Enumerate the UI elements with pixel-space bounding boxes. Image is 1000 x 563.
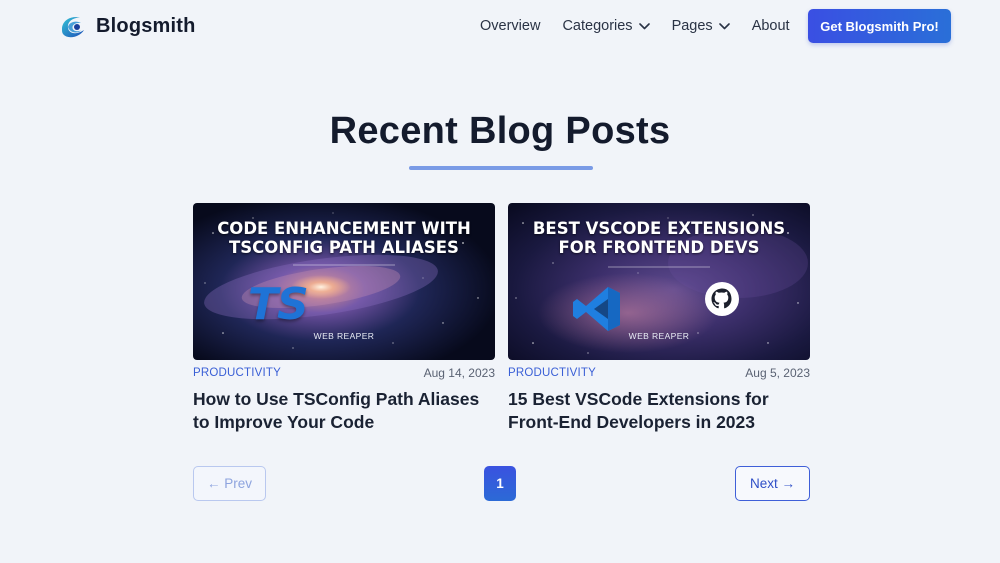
thumbnail-brand: WEB REAPER <box>628 331 690 341</box>
post-meta: PRODUCTIVITY Aug 5, 2023 <box>508 366 810 380</box>
nav-item-label: Overview <box>480 18 541 34</box>
next-page-button[interactable]: Next → <box>735 466 810 501</box>
thumbnail-title: BEST VSCODE EXTENSIONS FOR FRONTEND DEVS <box>508 219 810 257</box>
post-title[interactable]: How to Use TSConfig Path Aliases to Impr… <box>193 388 495 434</box>
site-header: Blogsmith Overview Categories Pages Abou… <box>0 0 1000 52</box>
prev-page-button[interactable]: ← Prev <box>193 466 266 501</box>
nav-item-label: Categories <box>562 18 633 34</box>
blog-post-card: CODE ENHANCEMENT WITH TSCONFIG PATH ALIA… <box>193 203 495 434</box>
nav-item-categories[interactable]: Categories <box>562 18 650 34</box>
brand[interactable]: Blogsmith <box>58 12 196 40</box>
post-title[interactable]: 15 Best VSCode Extensions for Front-End … <box>508 388 810 434</box>
page-number-button[interactable]: 1 <box>484 466 516 501</box>
typescript-logo-icon: TS <box>248 279 309 330</box>
post-date: Aug 14, 2023 <box>423 366 495 380</box>
vscode-icon <box>573 287 620 331</box>
nav-item-label: About <box>751 18 790 34</box>
chevron-down-icon <box>638 22 650 29</box>
post-date: Aug 5, 2023 <box>745 366 810 380</box>
post-thumbnail[interactable]: CODE ENHANCEMENT WITH TSCONFIG PATH ALIA… <box>193 203 495 360</box>
thumbnail-title-line: BEST VSCODE EXTENSIONS <box>532 219 786 238</box>
main-nav: Overview Categories Pages About <box>480 15 790 37</box>
post-meta: PRODUCTIVITY Aug 14, 2023 <box>193 366 495 380</box>
chevron-down-icon <box>718 22 730 29</box>
thumbnail-title: CODE ENHANCEMENT WITH TSCONFIG PATH ALIA… <box>193 219 495 257</box>
nav-item-overview[interactable]: Overview <box>480 18 540 34</box>
nav-item-label: Pages <box>671 18 713 34</box>
post-category[interactable]: PRODUCTIVITY <box>508 367 596 379</box>
thumbnail-title-line: FOR FRONTEND DEVS <box>558 238 760 257</box>
post-thumbnail[interactable]: BEST VSCODE EXTENSIONS FOR FRONTEND DEVS… <box>508 203 810 360</box>
post-category[interactable]: PRODUCTIVITY <box>193 367 281 379</box>
nav-item-about[interactable]: About <box>752 18 790 34</box>
get-pro-button[interactable]: Get Blogsmith Pro! <box>808 9 951 43</box>
thumbnail-brand: WEB REAPER <box>313 331 375 341</box>
thumbnail-title-line: CODE ENHANCEMENT WITH <box>217 219 471 238</box>
github-icon <box>705 282 739 316</box>
title-underline <box>409 166 593 170</box>
page-title: Recent Blog Posts <box>329 110 671 152</box>
blogsmith-logo-icon <box>62 17 84 38</box>
blog-post-card: BEST VSCODE EXTENSIONS FOR FRONTEND DEVS… <box>508 203 810 434</box>
brand-name: Blogsmith <box>96 14 196 37</box>
nav-item-pages[interactable]: Pages <box>672 18 730 34</box>
thumbnail-title-line: TSCONFIG PATH ALIASES <box>229 238 459 257</box>
